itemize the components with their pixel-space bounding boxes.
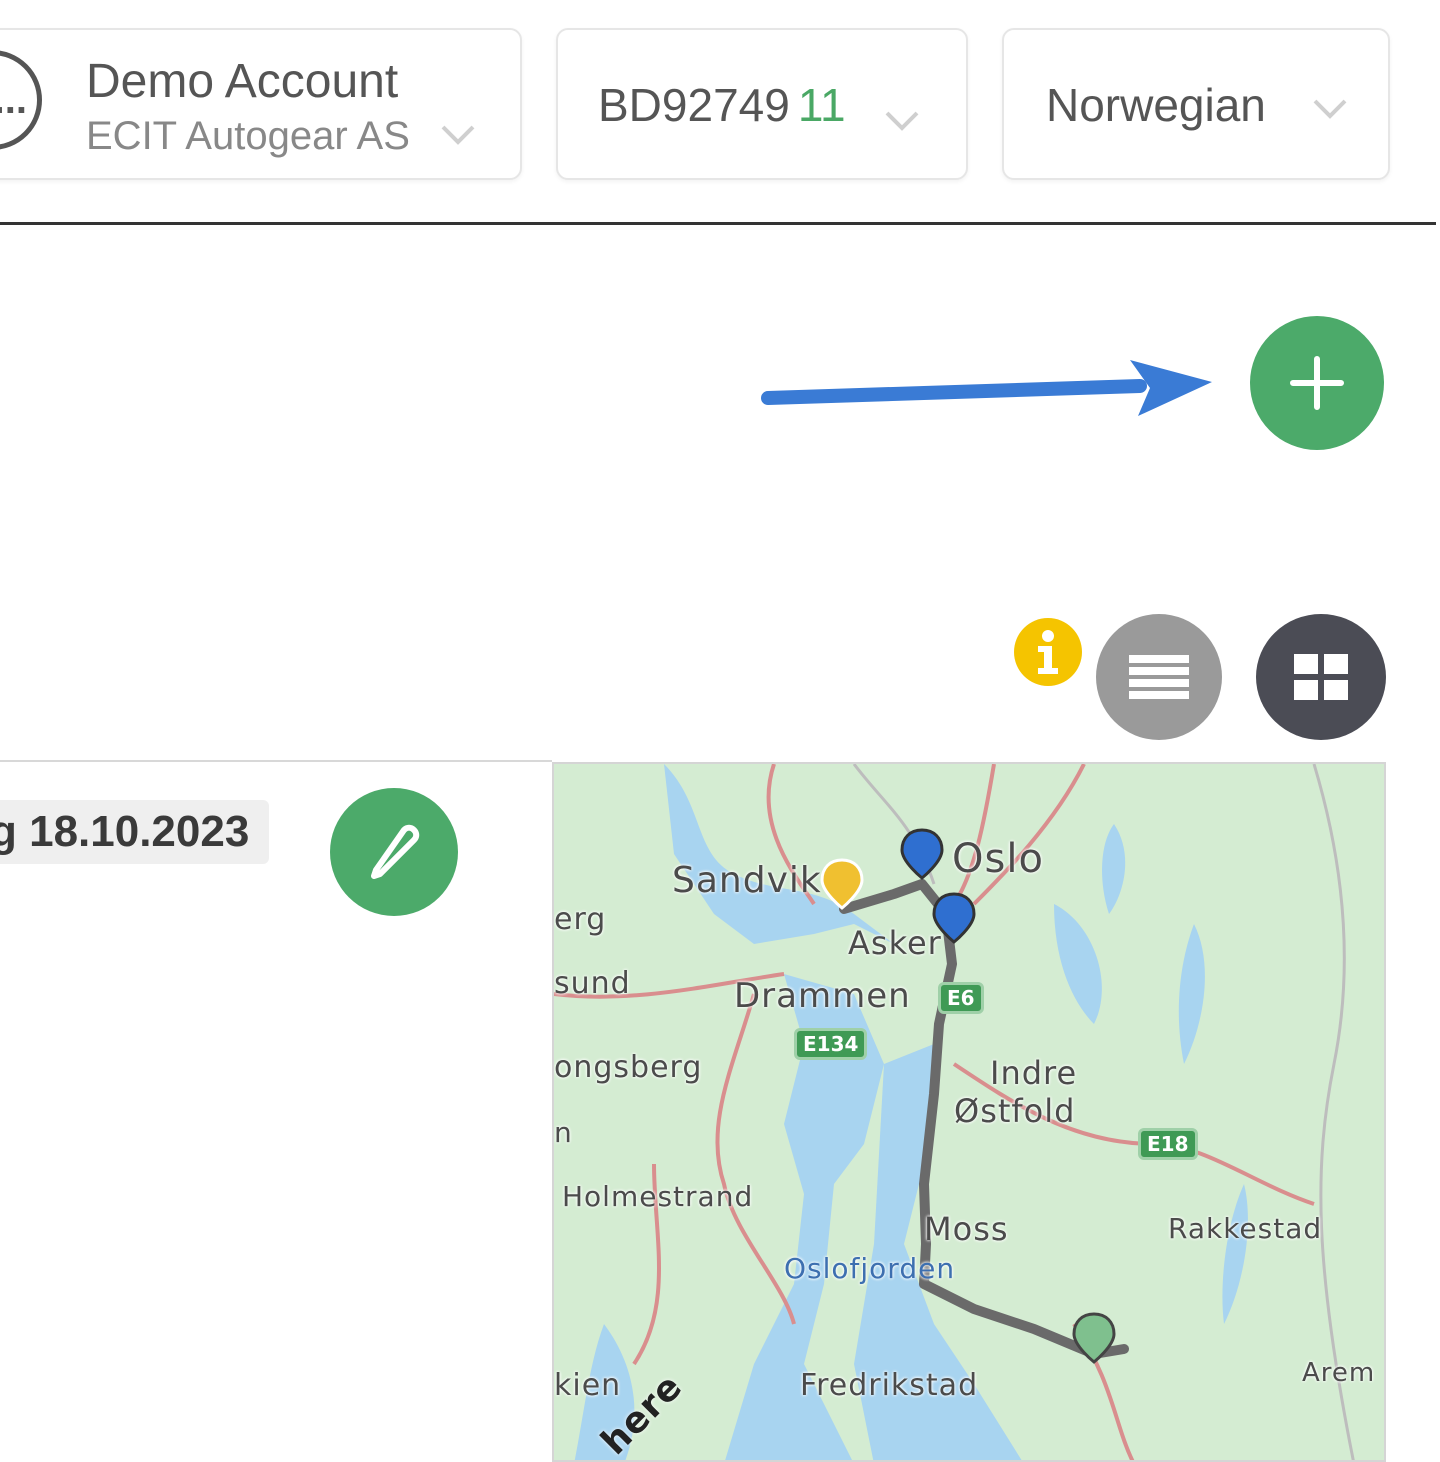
map-label-rakkestad: Rakkestad bbox=[1168, 1212, 1323, 1245]
annotation-arrow bbox=[761, 360, 1212, 416]
edit-trip-button[interactable] bbox=[330, 788, 458, 916]
language-label: Norwegian bbox=[1046, 79, 1266, 131]
account-name: Demo Account bbox=[86, 55, 399, 108]
map-label-drammen: Drammen bbox=[734, 976, 911, 1016]
plus-icon bbox=[1290, 356, 1344, 410]
chevron-down-icon bbox=[441, 125, 475, 145]
chevron-down-icon bbox=[1313, 99, 1347, 119]
map-label-indre: Indre bbox=[990, 1054, 1078, 1092]
info-button[interactable] bbox=[1014, 618, 1082, 686]
vehicle-plate: BD92749 bbox=[598, 79, 790, 131]
road-shield-e6: E6 bbox=[938, 982, 984, 1014]
chevron-down-icon bbox=[885, 111, 919, 131]
vehicle-count: 11 bbox=[797, 79, 846, 131]
add-button[interactable] bbox=[1250, 316, 1384, 450]
map-label-holmestrand: Holmestrand bbox=[562, 1180, 754, 1213]
trip-map[interactable]: Sandvik Oslo Asker Drammen erg sund ongs… bbox=[552, 762, 1386, 1462]
map-label-arem: Arem bbox=[1302, 1358, 1376, 1388]
pencil-icon bbox=[371, 824, 420, 879]
road-shield-e18: E18 bbox=[1138, 1128, 1198, 1160]
vehicle-label: BD92749 11 bbox=[598, 78, 846, 132]
list-view-button[interactable] bbox=[1096, 614, 1222, 740]
map-label-oslo: Oslo bbox=[952, 836, 1044, 882]
account-selector[interactable]: J... Demo Account ECIT Autogear AS bbox=[0, 28, 522, 180]
map-label-sund: sund bbox=[554, 966, 631, 1001]
list-icon bbox=[1129, 655, 1189, 699]
trip-date: g 18.10.2023 bbox=[0, 800, 270, 864]
map-label-ostfold: Østfold bbox=[954, 1092, 1076, 1130]
map-label-erg: erg bbox=[554, 902, 607, 937]
map-label-asker: Asker bbox=[848, 924, 942, 962]
map-label-n: n bbox=[554, 1116, 573, 1149]
language-selector[interactable]: Norwegian bbox=[1002, 28, 1390, 180]
road-shield-e134: E134 bbox=[794, 1028, 868, 1060]
info-icon bbox=[1038, 630, 1058, 674]
avatar: J... bbox=[0, 50, 42, 150]
grid-icon bbox=[1294, 654, 1348, 700]
header-divider bbox=[0, 222, 1436, 225]
section-divider bbox=[0, 760, 552, 762]
map-label-sandvika: Sandvik bbox=[672, 860, 822, 901]
map-label-moss: Moss bbox=[924, 1210, 1009, 1248]
map-label-skien: kien bbox=[554, 1368, 622, 1403]
map-label-kongsberg: ongsberg bbox=[554, 1050, 703, 1085]
account-organization: ECIT Autogear AS bbox=[86, 114, 410, 158]
grid-view-button[interactable] bbox=[1256, 614, 1386, 740]
vehicle-selector[interactable]: BD92749 11 bbox=[556, 28, 968, 180]
map-label-fredrikstad: Fredrikstad bbox=[800, 1368, 979, 1403]
map-label-oslofjorden: Oslofjorden bbox=[784, 1252, 956, 1285]
